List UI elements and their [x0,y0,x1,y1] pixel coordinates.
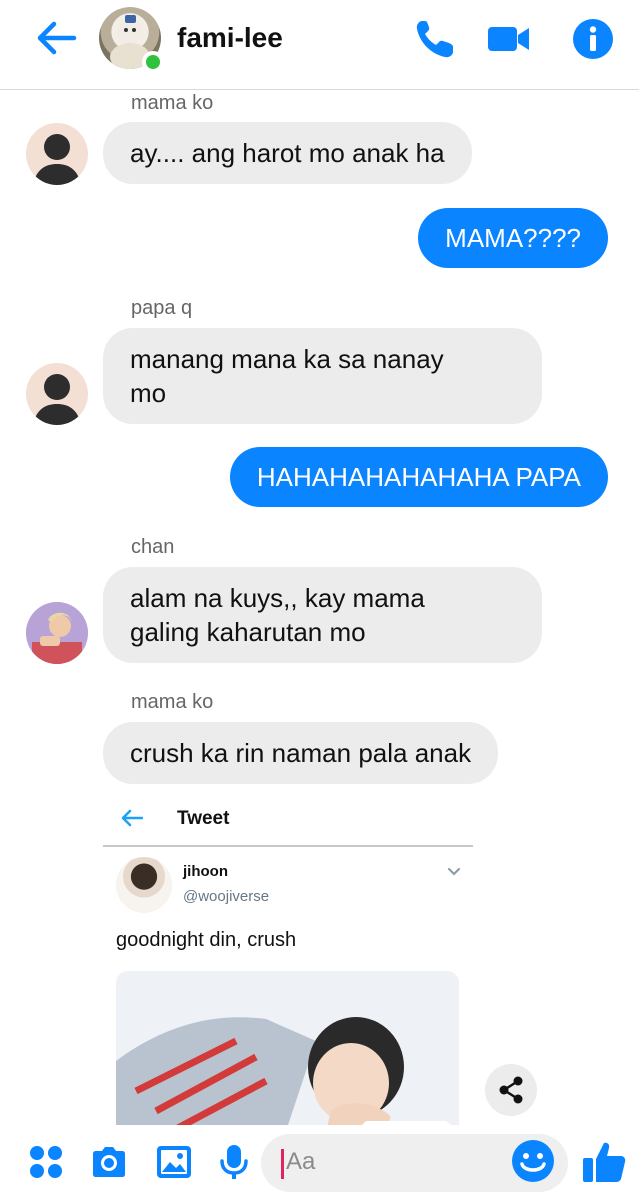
default-person-icon [33,374,81,425]
tweet-author-avatar [116,857,172,913]
composer-bar: Aa [0,1126,639,1200]
default-person-icon [33,134,81,185]
thumbs-up-icon[interactable] [580,1138,628,1186]
microphone-icon[interactable] [214,1142,254,1182]
tweet-author-name: jihoon [183,863,228,880]
message-bubble[interactable]: crush ka rin naman pala anak [103,722,499,784]
message-bubble-outgoing[interactable]: HAHAHAHAHAHAHA PAPA [229,447,608,507]
chat-title[interactable]: fami-lee [177,22,283,54]
sender-name: mama ko [131,92,214,114]
message-text: MAMA???? [445,223,581,253]
message-text: crush ka rin naman pala anak [130,738,472,768]
chevron-down-icon [448,868,460,876]
message-text-line: mo [130,378,167,408]
message-bubble[interactable]: manang mana ka sa nanay mo [103,328,542,424]
emoji-icon[interactable] [510,1138,556,1184]
text-cursor [281,1149,284,1179]
message-bubble-outgoing[interactable]: MAMA???? [418,208,608,268]
message-bubble[interactable]: alam na kuys,, kay mama galing kaharutan… [103,567,542,663]
message-text-line: galing kaharutan mo [130,617,366,647]
sender-avatar[interactable] [26,363,88,425]
sender-avatar[interactable] [26,123,88,185]
sender-name: papa q [131,297,193,319]
info-icon[interactable] [570,16,616,62]
more-apps-icon[interactable] [26,1142,66,1182]
back-arrow-icon[interactable] [34,18,78,58]
camera-icon[interactable] [89,1142,129,1182]
message-text-line: manang mana ka sa nanay [130,344,444,374]
tweet-back-arrow-icon [121,809,143,827]
phone-icon[interactable] [412,16,458,62]
gallery-icon[interactable] [154,1142,194,1182]
message-text: ay.... ang harot mo anak ha [130,138,445,168]
message-text: HAHAHAHAHAHAHA PAPA [256,462,581,492]
sender-name: mama ko [131,691,214,713]
online-status-dot [142,51,164,73]
share-button[interactable] [485,1064,537,1116]
tweet-photo [116,971,459,1125]
tweet-topbar: Tweet [103,795,473,847]
message-input-placeholder: Aa [286,1148,316,1175]
message-bubble[interactable]: ay.... ang harot mo anak ha [103,122,472,184]
sender-name: chan [131,536,175,558]
tweet-header-label: Tweet [177,808,230,829]
message-text-line: alam na kuys,, kay mama [130,583,425,613]
tweet-image-attachment[interactable]: Tweet jihoon @woojiverse goodnight din, … [103,795,473,1125]
share-icon [499,1076,523,1104]
tweet-author-handle: @woojiverse [183,888,270,905]
chat-header: fami-lee [0,0,639,90]
video-camera-icon[interactable] [485,16,531,62]
tweet-text: goodnight din, crush [116,929,297,951]
sender-avatar-photo[interactable] [26,602,88,664]
